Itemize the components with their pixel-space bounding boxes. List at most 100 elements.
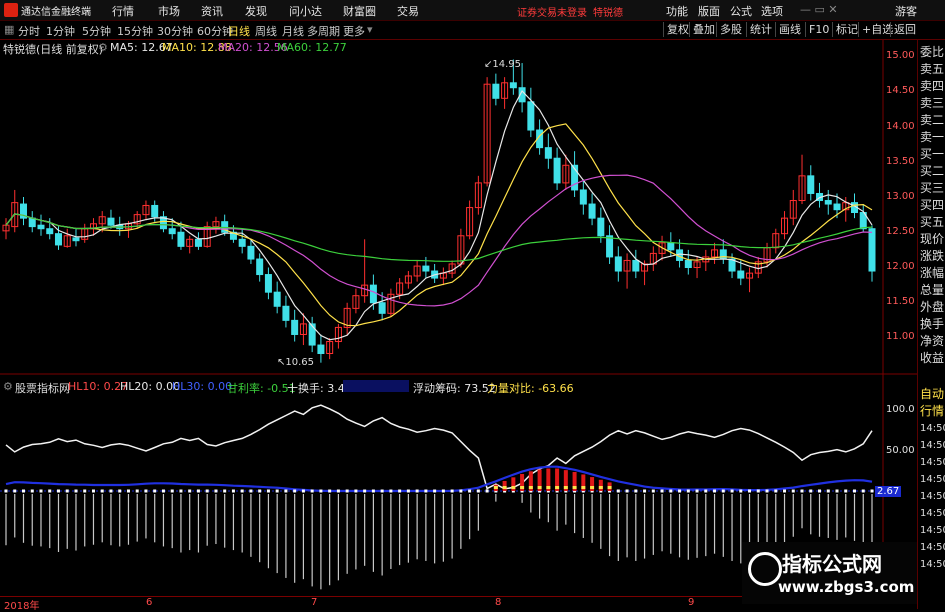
candle-body — [667, 242, 675, 251]
candle-body — [544, 147, 552, 159]
date-label: 9 — [688, 597, 695, 608]
indicator-dot — [721, 489, 725, 493]
hl30-label: HL30: 0.00 — [172, 380, 233, 393]
indicator-dot — [328, 489, 332, 493]
candle-body — [719, 249, 727, 260]
indicator-yellow-mark — [572, 486, 577, 489]
tab-quotes[interactable]: 行情 — [920, 403, 944, 419]
indicator-dot — [249, 489, 253, 493]
indicator-dot — [809, 489, 813, 493]
panel-item: 委比 — [920, 45, 945, 59]
indicator-dot — [468, 489, 472, 493]
indicator-dot — [678, 489, 682, 493]
candle-body — [868, 228, 876, 272]
indicator-dot — [485, 489, 489, 493]
tick-time: 14:50 — [920, 457, 945, 468]
indicator-dot — [310, 489, 314, 493]
date-label: 8 — [495, 597, 502, 608]
panel-item: 买四 — [920, 198, 945, 212]
panel-item: 涨幅 — [920, 266, 945, 280]
candle-body — [168, 228, 176, 235]
indicator-white-line — [5, 404, 873, 490]
indicator-dot — [818, 489, 822, 493]
indicator-dot — [363, 489, 367, 493]
indicator-dot — [153, 489, 157, 493]
indicator-dot — [450, 489, 454, 493]
candle-body — [833, 203, 841, 211]
indicator-dot — [48, 489, 52, 493]
indicator-dot — [748, 489, 752, 493]
indicator-dot — [214, 489, 218, 493]
indicator-dot — [791, 489, 795, 493]
candle-body — [317, 344, 325, 355]
indicator-dot — [800, 489, 804, 493]
candle-body — [28, 217, 36, 228]
indicator-dot — [196, 489, 200, 493]
candle-body — [824, 200, 832, 205]
panel-item: 外盘 — [920, 300, 945, 314]
candle-body — [597, 217, 605, 237]
indicator-dot — [398, 489, 402, 493]
indicator-dot — [371, 489, 375, 493]
indicator-red-bar — [502, 480, 507, 491]
candle-body — [107, 217, 115, 226]
watermark: 指标公式网 www.zbgs3.com — [742, 542, 917, 604]
candle-body — [291, 319, 299, 335]
indicator-dot — [739, 489, 743, 493]
indicator-dot — [118, 489, 122, 493]
indicator-dot — [380, 489, 384, 493]
candle-body — [151, 204, 159, 218]
candle-body — [684, 259, 692, 269]
indicator-dot — [634, 489, 638, 493]
price-tick: 11.00 — [886, 331, 915, 342]
indicator-dot — [730, 489, 734, 493]
tab-auto[interactable]: 自动 — [920, 386, 944, 402]
indicator-dot — [109, 489, 113, 493]
indicator-dot — [686, 489, 690, 493]
panel-item: 买二 — [920, 164, 945, 178]
candle-body — [807, 175, 815, 194]
indicator-yellow-mark — [607, 486, 612, 489]
floating-chips-label: 浮动筹码: 73.52 — [413, 382, 496, 395]
watermark-title: 指标公式网 — [782, 552, 882, 576]
candle-body — [369, 284, 377, 304]
indicator-dot — [669, 489, 673, 493]
tick-time: 14:50 — [920, 423, 945, 434]
indicator-dot — [826, 489, 830, 493]
candle-body — [46, 228, 54, 235]
indicator-yellow-mark — [511, 486, 516, 489]
high-annotation: ↙14.95 — [484, 59, 522, 70]
indicator-dot — [30, 489, 34, 493]
kline-chart[interactable] — [0, 0, 945, 609]
panel-item: 总量 — [920, 283, 945, 297]
ganli-label: 甘利率: -0.51 — [227, 382, 296, 395]
tick-time: 14:50 — [920, 542, 945, 553]
price-tick: 12.50 — [886, 226, 915, 237]
indicator-dot — [188, 489, 192, 493]
panel-item: 卖四 — [920, 79, 945, 93]
indicator-dot — [179, 489, 183, 493]
candle-body — [737, 270, 745, 279]
price-tick: 13.00 — [886, 191, 915, 202]
indicator-dot — [643, 489, 647, 493]
indicator-dot — [231, 489, 235, 493]
indicator-dot — [424, 489, 428, 493]
price-tick: 14.50 — [886, 85, 915, 96]
tick-time: 14:50 — [920, 559, 945, 570]
indicator-dot — [853, 489, 857, 493]
indicator-gear-icon[interactable]: ⚙ — [3, 380, 13, 393]
indicator-dot — [223, 489, 227, 493]
indicator-dot — [660, 489, 664, 493]
indicator-dot — [13, 489, 17, 493]
low-annotation: ↖10.65 — [277, 357, 315, 368]
candle-body — [37, 224, 45, 230]
indicator-dot — [354, 489, 358, 493]
indicator-yellow-mark — [502, 486, 507, 489]
indicator-dot — [774, 489, 778, 493]
indicator-dot — [144, 489, 148, 493]
candle-body — [72, 237, 80, 242]
candle-body — [264, 274, 272, 293]
indicator-dot — [39, 489, 43, 493]
indicator-dot — [319, 489, 323, 493]
price-tick: 13.50 — [886, 156, 915, 167]
